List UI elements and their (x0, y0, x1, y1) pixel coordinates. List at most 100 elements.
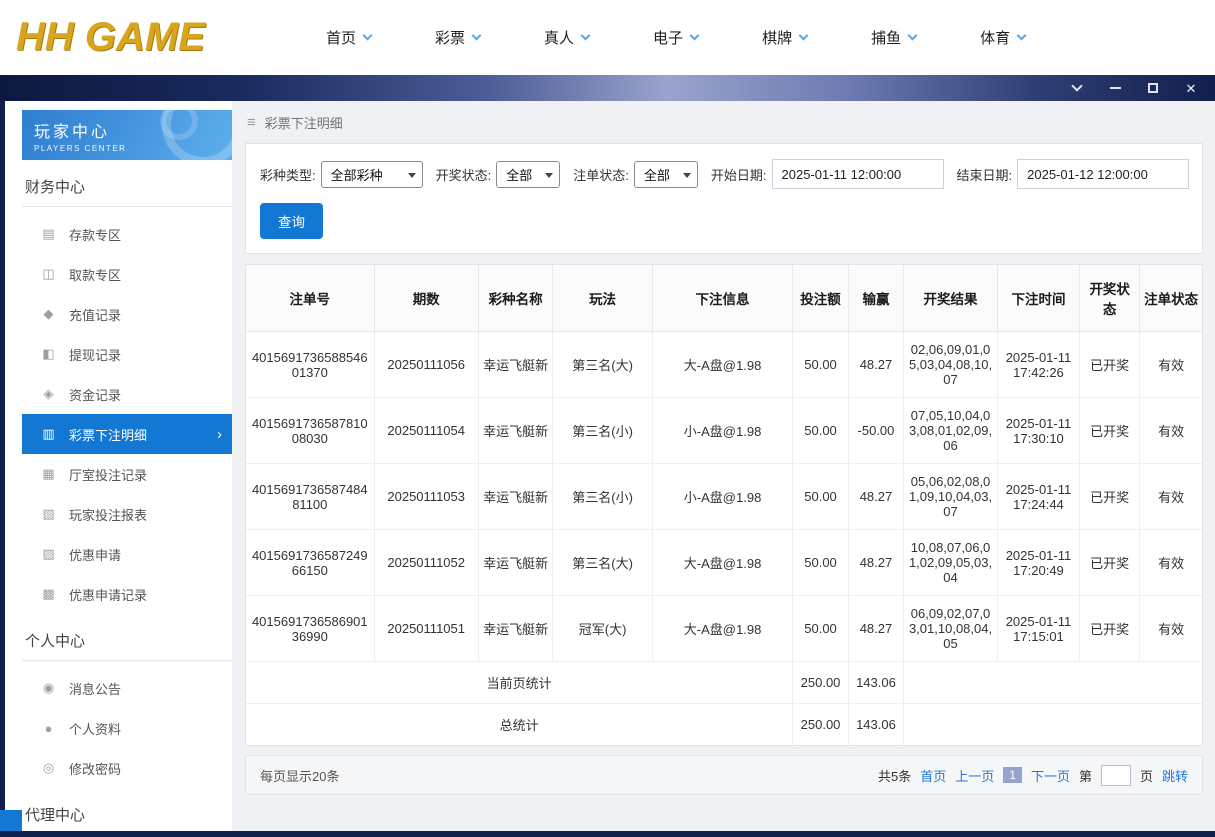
sidebar-item-资金记录[interactable]: ◈ 资金记录 (22, 374, 232, 414)
next-page-link[interactable]: 下一页 (1031, 766, 1070, 785)
sidebar-item-label: 资金记录 (69, 387, 122, 403)
column-header-下注时间: 下注时间 (996, 265, 1081, 332)
lottery-type-select[interactable]: 全部彩种 (320, 160, 423, 188)
summary-label: 当前页统计 (246, 661, 794, 704)
sidebar-item-存款专区[interactable]: ▤ 存款专区 (22, 214, 232, 254)
order-status-select[interactable]: 全部 (633, 160, 698, 188)
first-page-link[interactable]: 首页 (920, 766, 946, 785)
draw-status-value: 全部 (506, 167, 533, 183)
cell-amount: 50.00 (792, 463, 849, 530)
query-button[interactable]: 查询 (260, 203, 323, 239)
page-size-text: 每页显示20条 (260, 768, 340, 784)
minimize-button[interactable] (1107, 80, 1123, 96)
maximize-icon (1148, 83, 1158, 93)
cell-winloss: -50.00 (847, 397, 905, 464)
nav-item-label: 首页 (326, 30, 357, 47)
cell-amount: 50.00 (792, 331, 849, 398)
sidebar-item-label: 个人资料 (69, 721, 122, 737)
recharge-record-icon: ◆ (43, 306, 54, 321)
cell-draw_status: 已开奖 (1079, 397, 1141, 464)
sidebar-item-提现记录[interactable]: ◧ 提现记录 (22, 334, 232, 374)
summary-empty (903, 703, 1202, 745)
cell-winloss: 48.27 (847, 595, 905, 662)
cell-draw_status: 已开奖 (1079, 331, 1141, 398)
cell-draw_status: 已开奖 (1079, 595, 1141, 662)
cell-bet_info: 小-A盘@1.98 (651, 397, 794, 464)
sidebar-item-取款专区[interactable]: ◫ 取款专区 (22, 254, 232, 294)
chevron-down-icon (1016, 30, 1027, 41)
cell-play: 冠军(大) (552, 595, 653, 662)
maximize-button[interactable] (1145, 80, 1161, 96)
page-jump-input[interactable] (1100, 764, 1131, 786)
cell-lottery: 幸运飞艇新 (477, 463, 554, 530)
sidebar: 玩家中心 PLAYERS CENTER 财务中心 ▤ 存款专区 ◫ 取款专区 ◆ 充值记录 ◧… (5, 101, 232, 837)
nav-item-电子[interactable]: 电子 (653, 27, 700, 48)
cell-bet_info: 小-A盘@1.98 (651, 463, 794, 530)
prev-page-link[interactable]: 上一页 (955, 766, 994, 785)
end-date-input[interactable] (1017, 159, 1190, 189)
sidebar-title: 玩家中心 (34, 124, 111, 141)
column-header-注单状态: 注单状态 (1139, 265, 1202, 332)
chevron-down-icon (682, 172, 691, 182)
chevron-down-icon (407, 172, 416, 182)
sidebar-item-label: 消息公告 (69, 681, 122, 697)
column-header-输赢: 输赢 (847, 265, 905, 332)
table-header-row: 注单号 期数 彩种名称 玩法 下注信息 投注额 输赢 开奖结果 下注时间 开奖状态 注单状态 (246, 265, 1202, 332)
draw-status-select[interactable]: 全部 (496, 160, 561, 188)
profile-icon: ● (44, 720, 53, 736)
close-button[interactable]: ✕ (1183, 80, 1199, 96)
summary-row: 当前页统计 250.00 143.06 (246, 661, 1202, 704)
cell-period: 20250111051 (373, 595, 479, 662)
cell-winloss: 48.27 (847, 529, 905, 596)
cell-bet_info: 大-A盘@1.98 (651, 595, 794, 662)
chevron-down-icon (580, 30, 591, 41)
chevron-down-icon (798, 30, 809, 41)
end-date-label: 结束日期: (956, 167, 1013, 183)
table-row: 401569173658690136990 20250111051 幸运飞艇新 冠军(… (246, 595, 1202, 662)
sidebar-section-title: 财务中心 (22, 160, 232, 207)
jump-button[interactable]: 跳转 (1162, 766, 1188, 785)
nav-item-棋牌[interactable]: 棋牌 (762, 27, 809, 48)
cell-result: 02,06,09,01,05,03,04,08,10,07 (903, 331, 998, 398)
cell-order_status: 有效 (1139, 397, 1202, 464)
chevron-down-icon (689, 30, 700, 41)
table-row: 401569173658724966150 20250111052 幸运飞艇新 第三名… (246, 529, 1202, 596)
collapse-button[interactable] (1069, 80, 1085, 96)
promo-apply-record-icon: ▩ (42, 586, 55, 601)
sidebar-item-label: 取款专区 (69, 267, 122, 283)
nav-item-label: 捕鱼 (871, 30, 902, 47)
nav-item-彩票[interactable]: 彩票 (435, 27, 482, 48)
current-page-badge[interactable]: 1 (1003, 767, 1022, 783)
cell-order_no: 401569173658781008030 (246, 397, 375, 464)
nav-item-label: 真人 (544, 30, 575, 47)
sidebar-item-玩家投注报表[interactable]: ▧ 玩家投注报表 (22, 494, 232, 534)
sidebar-item-消息公告[interactable]: ◉ 消息公告 (22, 668, 232, 708)
nav-item-体育[interactable]: 体育 (980, 27, 1027, 48)
sidebar-item-修改密码[interactable]: ◎ 修改密码 (22, 748, 232, 788)
sidebar-item-优惠申请[interactable]: ▨ 优惠申请 (22, 534, 232, 574)
bets-table-card: 注单号 期数 彩种名称 玩法 下注信息 投注额 输赢 开奖结果 下注时间 开奖状态 注单状态 401… (245, 264, 1203, 746)
nav-item-真人[interactable]: 真人 (544, 27, 591, 48)
table-row: 401569173658781008030 20250111054 幸运飞艇新 第三名… (246, 397, 1202, 464)
cell-winloss: 48.27 (847, 331, 905, 398)
sidebar-item-充值记录[interactable]: ◆ 充值记录 (22, 294, 232, 334)
column-header-玩法: 玩法 (552, 265, 653, 332)
breadcrumb: ≡ 彩票下注明细 (245, 101, 1203, 143)
jump-prefix-text: 第 (1078, 768, 1092, 784)
column-header-开奖结果: 开奖结果 (903, 265, 998, 332)
summary-winloss: 143.06 (847, 661, 905, 704)
sidebar-item-彩票下注明细[interactable]: ▥ 彩票下注明细 › (22, 414, 232, 454)
cell-order_no: 401569173658690136990 (246, 595, 375, 662)
sidebar-item-厅室投注记录[interactable]: ▦ 厅室投注记录 (22, 454, 232, 494)
minimize-icon (1109, 87, 1121, 89)
nav-item-首页[interactable]: 首页 (326, 27, 373, 48)
cell-play: 第三名(大) (552, 529, 653, 596)
chevron-down-icon (362, 30, 373, 41)
sidebar-item-个人资料[interactable]: ● 个人资料 (22, 708, 232, 748)
cell-winloss: 48.27 (847, 463, 905, 530)
nav-item-捕鱼[interactable]: 捕鱼 (871, 27, 918, 48)
nav-item-label: 电子 (653, 30, 684, 47)
start-date-input[interactable] (771, 159, 944, 189)
sidebar-item-优惠申请记录[interactable]: ▩ 优惠申请记录 (22, 574, 232, 614)
filter-panel: 彩种类型: 全部彩种 开奖状态: 全部 注单状态: 全部 开始日期: 2025-… (245, 143, 1203, 254)
